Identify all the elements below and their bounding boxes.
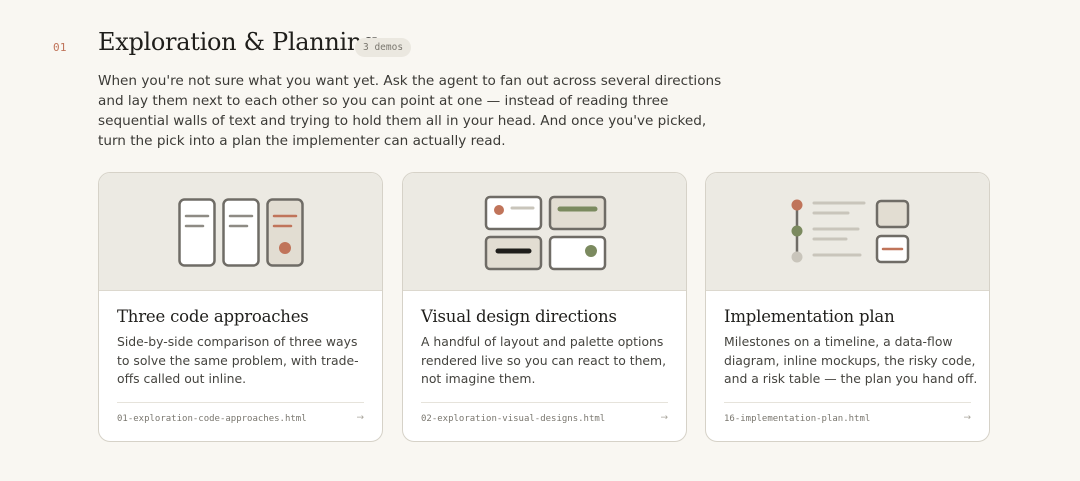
divider [117,402,364,403]
card-file-link[interactable]: 01-exploration-code-approaches.html [117,414,307,424]
card-title: Visual design directions [421,307,617,326]
divider [421,402,668,403]
timeline-icon [791,199,910,264]
card-thumbnail [403,173,686,291]
divider [724,402,971,403]
section-intro: When you're not sure what you want yet. … [98,73,722,149]
card-description: Side-by-side comparison of three ways to… [117,334,359,386]
arrow-right-icon: → [356,413,364,423]
arrow-right-icon: → [963,413,971,423]
card-title: Three code approaches [117,307,309,326]
card-description: Milestones on a timeline, a data-flow di… [724,334,978,386]
card-file-link[interactable]: 16-implementation-plan.html [724,414,870,424]
section-title: Exploration & Planning [98,28,378,56]
card-code-approaches[interactable]: Three code approaches Side-by-side compa… [98,172,383,442]
design-grid-icon [484,195,607,271]
card-file-link[interactable]: 02-exploration-visual-designs.html [421,414,605,424]
card-title: Implementation plan [724,307,895,326]
section-number: 01 [53,41,67,54]
card-thumbnail [99,173,382,291]
arrow-right-icon: → [660,413,668,423]
card-visual-designs[interactable]: Visual design directions A handful of la… [402,172,687,442]
card-implementation-plan[interactable]: Implementation plan Milestones on a time… [705,172,990,442]
demo-count-badge: 3 demos [355,38,412,57]
card-description: A handful of layout and palette options … [421,334,667,386]
three-columns-icon [178,198,304,267]
card-thumbnail [706,173,989,291]
